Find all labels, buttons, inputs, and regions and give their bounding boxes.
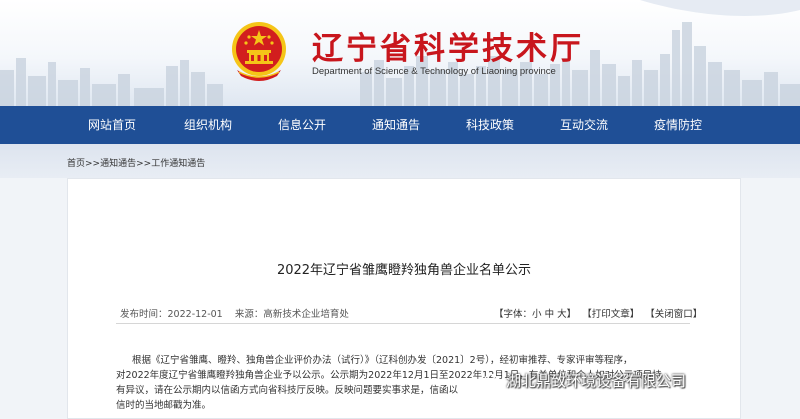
nav-item-interaction[interactable]: 互动交流 [560,106,608,144]
watermark: 湖北鼎致环境设备有限公司 [484,370,686,391]
breadcrumb-home[interactable]: 首页 [67,159,85,169]
breadcrumb-separator: >> [85,159,101,169]
article-paragraph-line: 信时的当地邮戳为准。 [116,400,212,411]
nav-item-info-public[interactable]: 信息公开 [278,106,326,144]
nav-item-organization[interactable]: 组织机构 [184,106,232,144]
print-article-button[interactable]: 【打印文章】 [582,309,639,320]
national-emblem-icon [232,22,286,81]
close-window-button[interactable]: 【关闭窗口】 [645,309,702,320]
watermark-text: 湖北鼎致环境设备有限公司 [506,372,687,390]
breadcrumb: 首页>>通知通告>>工作通知通告 [67,156,205,169]
published-date: 2022-12-01 [167,309,223,320]
nav-item-home[interactable]: 网站首页 [88,106,136,144]
article-paragraph-line: 根据《辽宁省雏鹰、瞪羚、独角兽企业评价办法（试行）》（辽科创办发〔2021〕2号… [132,355,633,366]
font-size-close-bracket: 】 [566,309,577,320]
font-size-small-button[interactable]: 小 [532,309,542,320]
main-nav: 网站首页 组织机构 信息公开 通知通告 科技政策 互动交流 疫情防控 [0,106,800,144]
font-size-large-button[interactable]: 大 [557,309,567,320]
nav-item-policy[interactable]: 科技政策 [466,106,514,144]
nav-item-epidemic[interactable]: 疫情防控 [654,106,702,144]
article-title: 2022年辽宁省雏鹰瞪羚独角兽企业名单公示 [276,263,532,278]
site-header: 辽宁省科学技术厅 Department of Science & Technol… [0,0,800,106]
source-value: 高新技术企业培育处 [263,309,349,320]
font-size-medium-button[interactable]: 中 [545,309,555,320]
breadcrumb-work-notices[interactable]: 工作通知通告 [151,159,205,169]
published-label: 发布时间： [120,309,168,320]
breadcrumb-separator: >> [136,159,152,169]
article-tools: 【字体：小 中 大】 【打印文章】 【关闭窗口】 [494,306,702,320]
wechat-logo-icon [484,373,502,388]
meta-divider [116,323,690,324]
breadcrumb-notices[interactable]: 通知通告 [100,159,136,169]
source-label: 来源： [234,309,264,320]
article-meta: 发布时间：2022-12-01 来源：高新技术企业培育处 [120,306,349,320]
nav-item-notices[interactable]: 通知通告 [372,106,420,144]
font-size-label: 【字体： [494,309,533,320]
site-title: 辽宁省科学技术厅 [312,31,584,67]
site-subtitle: Department of Science & Technology of Li… [312,66,556,77]
